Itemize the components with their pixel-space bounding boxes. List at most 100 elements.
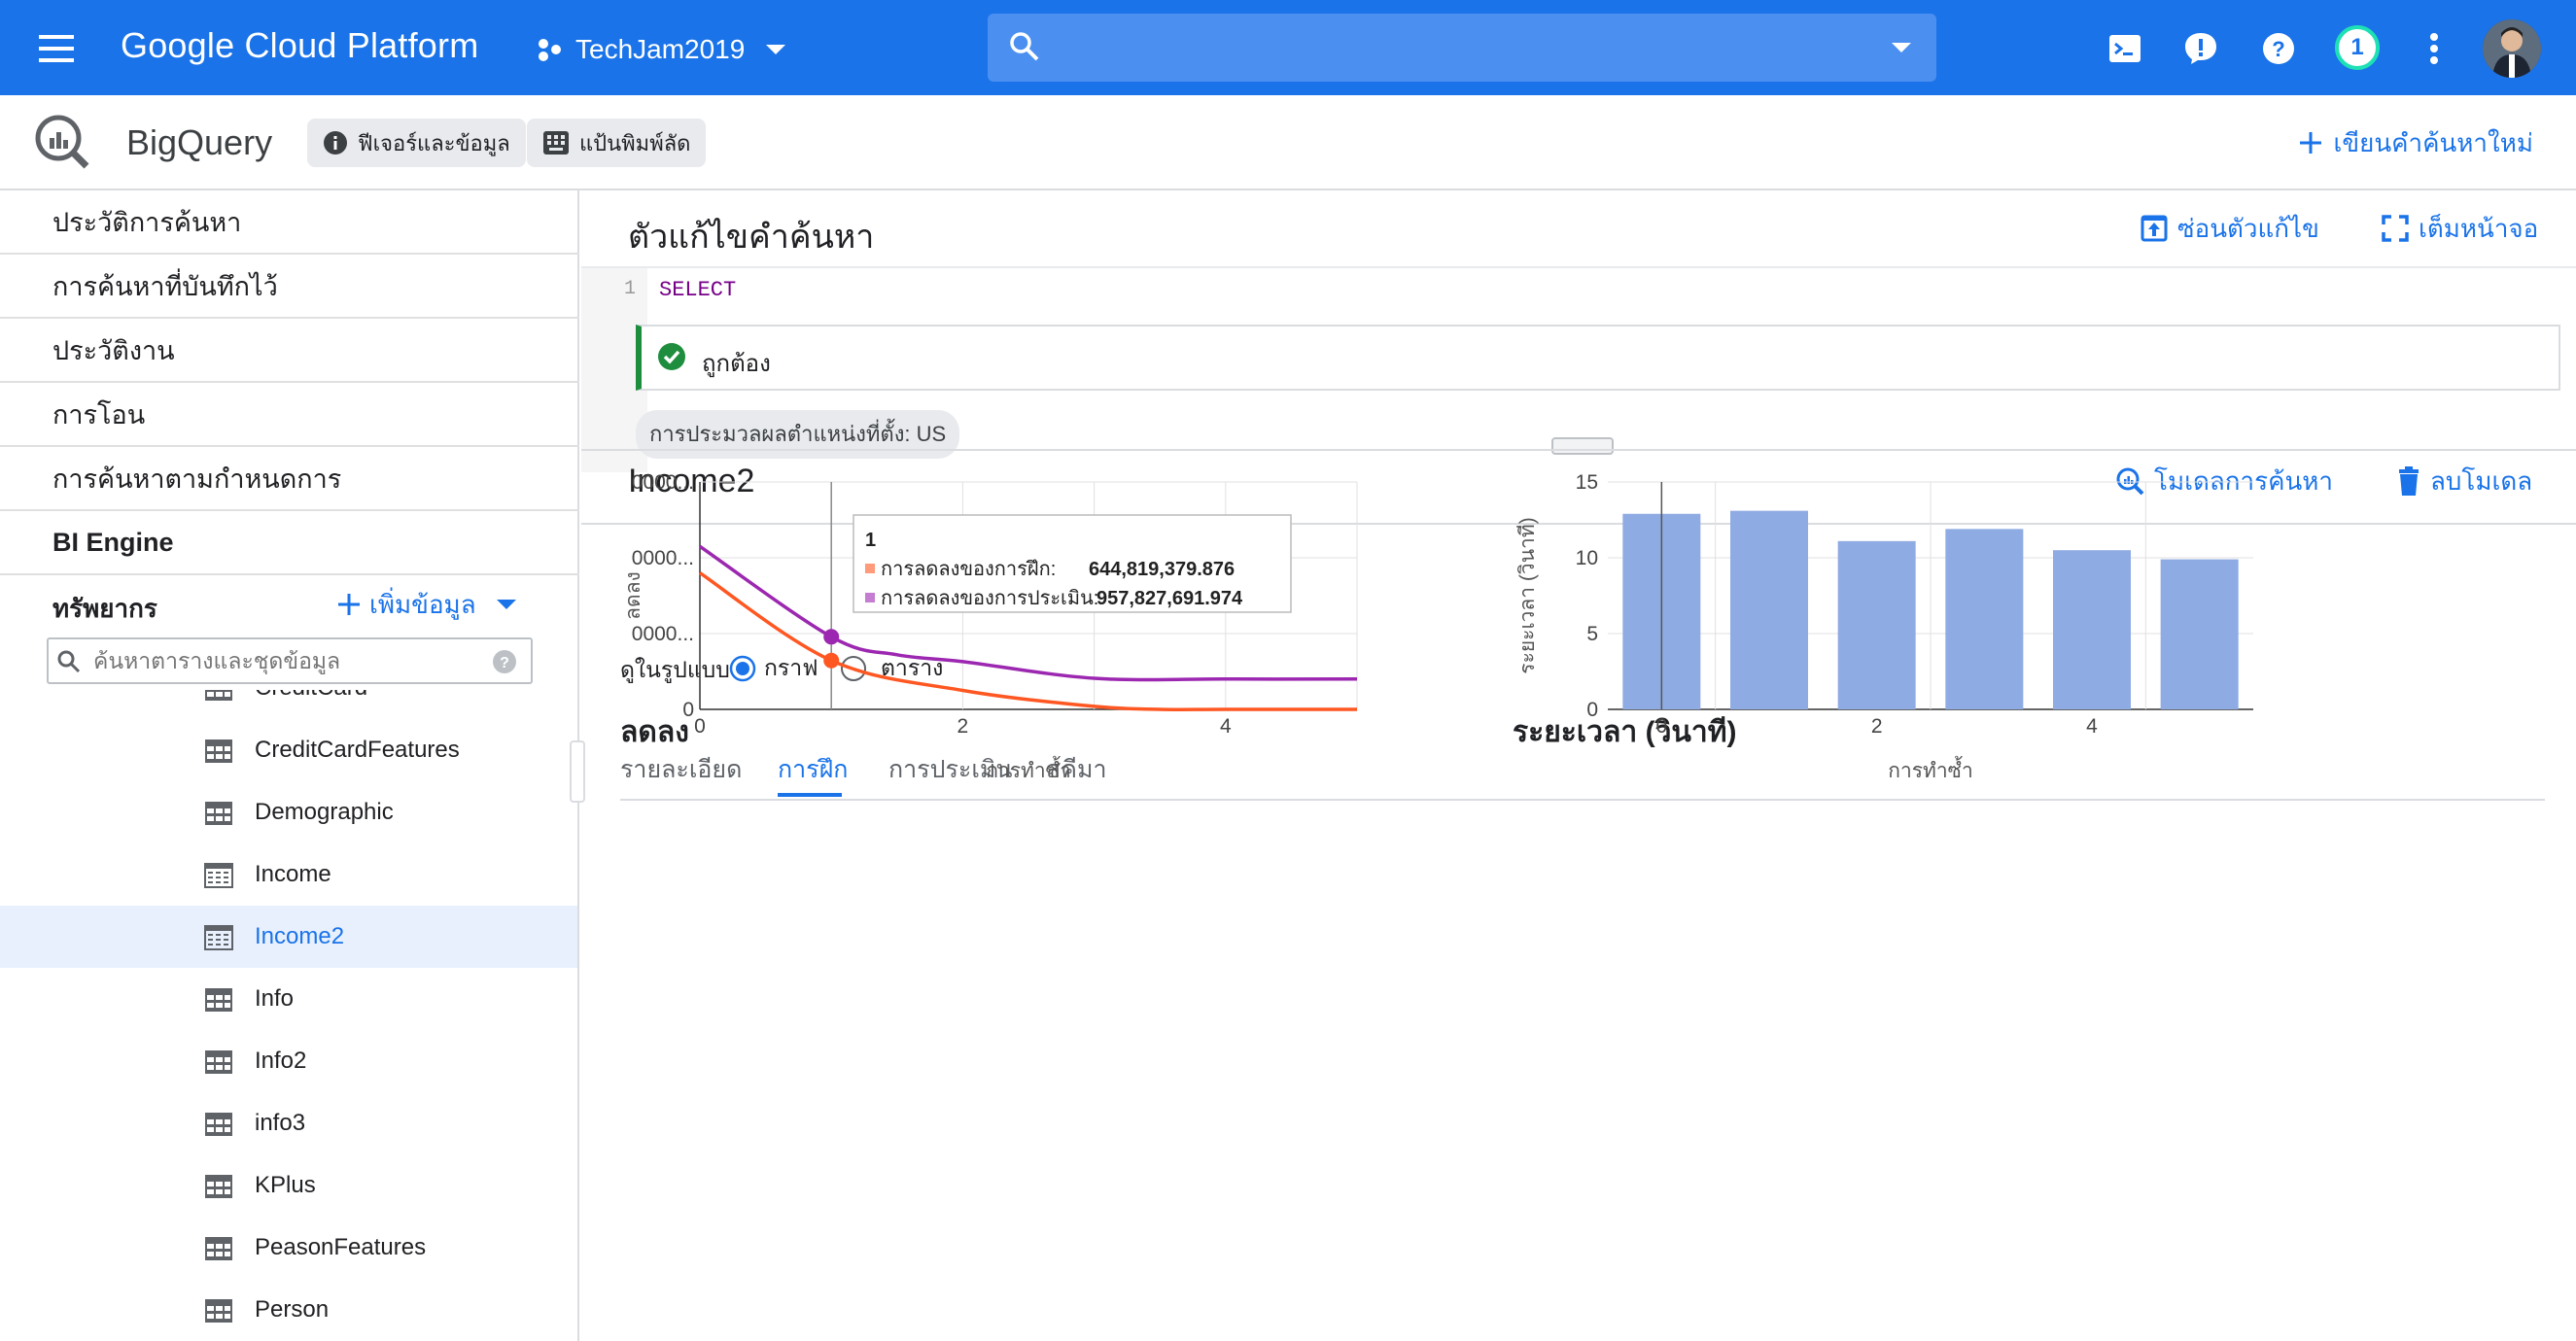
product-name: BigQuery xyxy=(126,122,273,162)
search-icon xyxy=(1009,31,1040,62)
nav-label: การค้นหาที่บันทึกไว้ xyxy=(52,271,278,301)
svg-text:?: ? xyxy=(2272,37,2284,61)
chevron-down-icon xyxy=(496,599,517,610)
tooltip-row-label: การลดลงของการประเมิน: xyxy=(881,588,1098,609)
x-tick-label: 2 xyxy=(957,715,969,738)
tooltip-row-label: การลดลงของการฝึก: xyxy=(881,559,1056,580)
nav-label: ประวัติงาน xyxy=(52,335,175,365)
nav-saved-queries[interactable]: การค้นหาที่บันทึกไว้ xyxy=(0,255,579,319)
nav-label: การโอน xyxy=(52,399,146,430)
shortcuts-chip[interactable]: แป้นพิมพ์ลัด xyxy=(527,119,707,167)
y-axis-label: ลดลง xyxy=(622,571,644,620)
more-vert-icon[interactable] xyxy=(2411,25,2457,72)
tree-item-table[interactable]: Demographic xyxy=(0,781,577,843)
add-data-label: เพิ่มข้อมูล xyxy=(369,589,476,619)
tree-item-table[interactable]: CreditCardFeatures xyxy=(0,719,577,781)
validation-banner: ถูกต้อง xyxy=(636,325,2560,391)
user-avatar[interactable] xyxy=(2483,19,2541,78)
nav-transfers[interactable]: การโอน xyxy=(0,383,579,447)
tree-item-label: Income xyxy=(255,861,331,887)
left-navigation-panel: ประวัติการค้นหา การค้นหาที่บันทึกไว้ ประ… xyxy=(0,190,585,1341)
resource-search-field[interactable]: ? xyxy=(47,637,533,684)
nav-label: ประวัติการค้นหา xyxy=(52,207,242,237)
validation-text: ถูกต้อง xyxy=(702,351,771,377)
search-bar[interactable] xyxy=(988,14,1936,82)
resource-search-input[interactable] xyxy=(93,645,482,676)
product-bar: BigQuery ฟีเจอร์และข้อมูล แป้นพิมพ์ลัด เ… xyxy=(0,95,2576,190)
table-icon xyxy=(204,739,233,764)
search-icon xyxy=(56,649,82,674)
hide-editor-icon xyxy=(2141,214,2168,243)
tree-item-table[interactable]: info3 xyxy=(0,1092,577,1154)
tree-item-label: PeasonFeatures xyxy=(255,1234,427,1260)
duration-bar xyxy=(1730,510,1808,709)
tree-item-table[interactable]: KPlus xyxy=(0,1154,577,1217)
shortcuts-chip-label: แป้นพิมพ์ลัด xyxy=(579,130,691,155)
y-tick-label: 0000... xyxy=(632,471,694,494)
fullscreen-label: เต็มหน้าจอ xyxy=(2419,213,2539,243)
x-axis-label: การทำซ้ำ xyxy=(1888,756,1972,782)
loss-line-chart[interactable]: 00000...0000...0000...0 2 4การทำซ้ำลดลง1กา… xyxy=(581,443,1437,987)
series-point-highlight xyxy=(823,652,840,669)
tree-item-table[interactable]: Person xyxy=(0,1279,577,1341)
nav-scheduled-queries[interactable]: การค้นหาตามกำหนดการ xyxy=(0,447,579,511)
tree-item-label: Person xyxy=(255,1296,330,1323)
tree-item-table[interactable]: PeasonFeatures xyxy=(0,1217,577,1279)
features-chip[interactable]: ฟีเจอร์และข้อมูล xyxy=(307,119,526,167)
query-editor[interactable]: 1 SELECT ถูกต้อง การประมวลผลตำแหน่งที่ตั… xyxy=(581,266,2576,472)
sql-code-line[interactable]: SELECT xyxy=(659,278,736,302)
notification-badge[interactable]: 1 xyxy=(2335,25,2380,70)
duration-bar-chart[interactable]: 0 5 10 15 0 2 4 การทำซ้ำ ระยะเวลา (วินาที) xyxy=(1456,443,2428,987)
nav-job-history[interactable]: ประวัติงาน xyxy=(0,319,579,383)
search-dropdown-icon[interactable] xyxy=(1890,41,1913,54)
hide-editor-button[interactable]: ซ่อนตัวแก้ไข xyxy=(2141,206,2319,251)
top-app-bar: Google Cloud Platform TechJam2019 ? 1 xyxy=(0,0,2576,95)
tree-item-model[interactable]: Income2 xyxy=(0,906,577,968)
main-content: ตัวแก้ไขคำค้นหา ซ่อนตัวแก้ไข เต็มหน้าจอ … xyxy=(581,190,2576,1341)
x-tick-label: 0 xyxy=(1655,715,1667,738)
hamburger-menu-icon[interactable] xyxy=(37,29,86,68)
x-tick-label: 0 xyxy=(694,715,706,738)
project-dots-icon xyxy=(537,37,562,62)
table-icon xyxy=(204,801,233,826)
tree-item-label: Demographic xyxy=(255,799,394,825)
tree-item-label: CreditCardFeatures xyxy=(255,737,460,763)
duration-bar xyxy=(2160,559,2239,709)
table-icon xyxy=(204,1049,233,1075)
help-icon[interactable]: ? xyxy=(2255,25,2302,72)
gcp-brand-title[interactable]: Google Cloud Platform xyxy=(121,25,478,66)
tree-item-model[interactable]: Income xyxy=(0,843,577,906)
help-icon[interactable]: ? xyxy=(492,649,517,674)
feedback-icon[interactable] xyxy=(2177,25,2224,72)
table-icon xyxy=(204,987,233,1013)
y-tick-label: 10 xyxy=(1576,547,1598,569)
nav-bi-engine[interactable]: BI Engine xyxy=(0,511,579,575)
project-selector[interactable]: TechJam2019 xyxy=(537,23,787,76)
cloud-shell-icon[interactable] xyxy=(2102,25,2148,72)
y-tick-label: 0 xyxy=(682,699,694,721)
plus-icon xyxy=(336,592,362,617)
x-axis-label: การทำซ้ำ xyxy=(986,756,1070,782)
nav-query-history[interactable]: ประวัติการค้นหา xyxy=(0,190,579,255)
tree-item-label: CreditCard xyxy=(255,690,367,702)
tree-item-table[interactable]: Info xyxy=(0,968,577,1030)
add-data-button[interactable]: เพิ่มข้อมูล xyxy=(336,583,517,626)
fullscreen-button[interactable]: เต็มหน้าจอ xyxy=(2382,206,2538,251)
line-number: 1 xyxy=(624,278,637,300)
tree-item-label: Info2 xyxy=(255,1048,307,1074)
model-icon xyxy=(204,925,233,950)
check-circle-icon xyxy=(657,342,686,371)
tree-item-table[interactable]: CreditCard xyxy=(0,690,577,719)
table-icon xyxy=(204,690,233,702)
model-icon xyxy=(204,863,233,888)
tooltip-title: 1 xyxy=(865,530,876,551)
chart-tooltip: 1การลดลงของการฝึก: 644,819,379.876 การลดลง… xyxy=(853,514,1292,613)
table-icon xyxy=(204,1236,233,1261)
tooltip-swatch xyxy=(865,593,875,602)
compose-new-query-button[interactable]: เขียนคำค้นหาใหม่ xyxy=(2298,120,2533,165)
y-tick-label: 0000... xyxy=(632,547,694,569)
tree-item-table[interactable]: Info2 xyxy=(0,1030,577,1092)
project-name: TechJam2019 xyxy=(575,34,746,64)
nav-label: BI Engine xyxy=(52,527,174,557)
duration-bar xyxy=(1945,529,2024,709)
